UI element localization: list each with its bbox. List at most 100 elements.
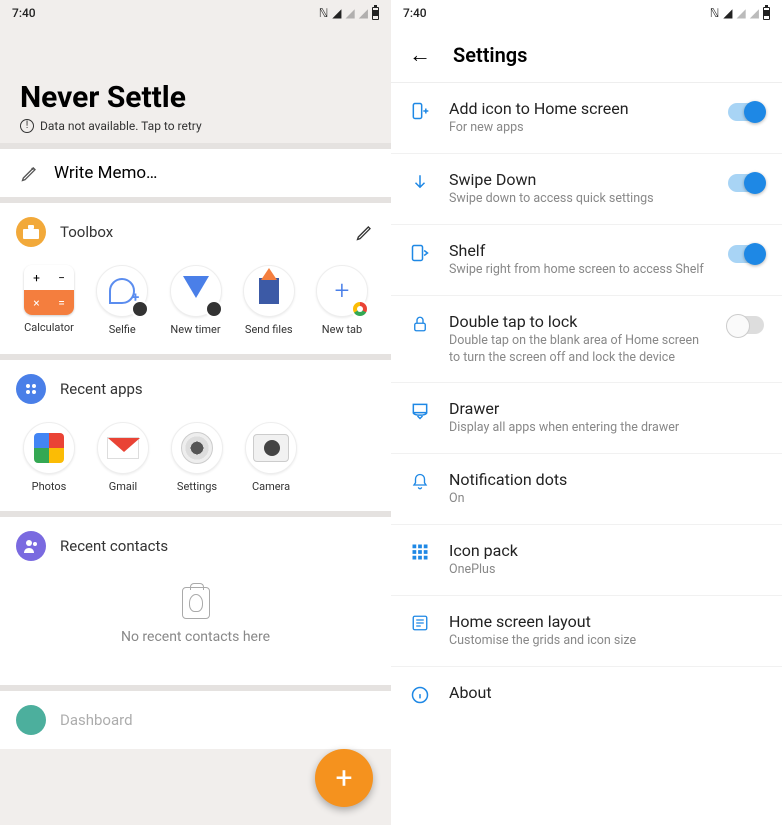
signal-icon: ◢ [750,6,759,20]
fab-add-button[interactable]: + [315,749,373,807]
wifi-icon: ◢ [723,6,732,20]
toggle-switch[interactable] [728,245,764,263]
app-photos[interactable]: Photos [16,422,82,493]
status-bar: 7:40 ℕ ◢ ◢ ◢ [0,0,391,26]
setting-subtitle: OnePlus [449,562,764,579]
toolbox-card: Toolbox +−×= Calculator Selfie New timer [0,203,391,354]
photos-icon [23,422,75,474]
settings-icon [171,422,223,474]
lock-icon [409,314,431,334]
info-icon [409,685,431,705]
setting-title: Drawer [449,399,764,418]
setting-title: Icon pack [449,541,764,560]
status-icons: ℕ ◢ ◢ ◢ [710,6,770,20]
calculator-icon: +−×= [24,265,74,315]
shelf-screen: 7:40 ℕ ◢ ◢ ◢ Never Settle ! Data not ava… [0,0,391,825]
recent-apps-title: Recent apps [60,380,143,398]
app-camera[interactable]: Camera [238,422,304,493]
toolbox-icon [16,217,46,247]
gmail-icon [97,422,149,474]
setting-row[interactable]: About [391,667,782,721]
drawer-icon [409,401,431,421]
recent-apps-card: Recent apps Photos Gmail Settings [0,360,391,511]
setting-subtitle: Customise the grids and icon size [449,633,764,650]
wifi-icon: ◢ [332,6,341,20]
contacts-empty: No recent contacts here [16,561,375,685]
send-files-icon [243,265,295,317]
setting-subtitle: Swipe right from home screen to access S… [449,262,710,279]
settings-screen: 7:40 ℕ ◢ ◢ ◢ ← Settings Add icon to Home… [391,0,782,825]
alert-icon: ! [20,119,34,133]
status-time: 7:40 [403,6,427,20]
setting-row[interactable]: Shelf Swipe right from home screen to ac… [391,225,782,296]
settings-topbar: ← Settings [391,26,782,82]
write-memo-button[interactable]: Write Memo… [0,149,391,197]
setting-row[interactable]: Add icon to Home screen For new apps [391,83,782,154]
setting-subtitle: On [449,491,764,508]
selfie-icon [96,265,148,317]
app-settings[interactable]: Settings [164,422,230,493]
timer-icon [170,265,222,317]
setting-title: Home screen layout [449,612,764,631]
setting-title: Shelf [449,241,710,260]
recent-contacts-card: Recent contacts No recent contacts here [0,517,391,685]
settings-list: Add icon to Home screen For new apps Swi… [391,83,782,721]
shelf-icon [409,243,431,263]
settings-title: Settings [453,43,527,67]
signal-icon: ◢ [359,6,368,20]
setting-row[interactable]: Home screen layout Customise the grids a… [391,596,782,667]
app-gmail[interactable]: Gmail [90,422,156,493]
hero: Never Settle ! Data not available. Tap t… [0,26,391,143]
edit-toolbox-button[interactable] [355,222,375,242]
setting-title: Notification dots [449,470,764,489]
grid-icon [409,543,431,561]
nfc-icon: ℕ [710,6,720,20]
layout-icon [409,614,431,632]
back-button[interactable]: ← [409,42,431,68]
arrow-down-icon [409,172,431,192]
new-tab-icon: + [316,265,368,317]
pencil-icon [20,163,40,183]
contacts-icon [16,531,46,561]
add-home-icon [409,101,431,121]
setting-subtitle: Swipe down to access quick settings [449,191,710,208]
app-new-timer[interactable]: New timer [163,265,229,336]
dashboard-card[interactable]: Dashboard [0,691,391,749]
recent-contacts-title: Recent contacts [60,537,168,555]
app-selfie[interactable]: Selfie [89,265,155,336]
toggle-switch[interactable] [728,103,764,121]
memo-label: Write Memo… [54,163,157,183]
status-bar: 7:40 ℕ ◢ ◢ ◢ [391,0,782,26]
setting-subtitle: Double tap on the blank area of Home scr… [449,333,710,367]
setting-row[interactable]: Swipe Down Swipe down to access quick se… [391,154,782,225]
toggle-switch[interactable] [728,174,764,192]
app-calculator[interactable]: +−×= Calculator [16,265,82,336]
setting-title: Double tap to lock [449,312,710,331]
setting-row[interactable]: Drawer Display all apps when entering th… [391,383,782,454]
setting-row[interactable]: Double tap to lock Double tap on the bla… [391,296,782,384]
toggle-switch[interactable] [728,316,764,334]
battery-icon [763,7,770,20]
battery-icon [372,7,379,20]
app-send-files[interactable]: Send files [236,265,302,336]
contact-placeholder-icon [182,587,210,619]
dashboard-icon [16,705,46,735]
setting-subtitle: For new apps [449,120,710,137]
camera-icon [245,422,297,474]
setting-title: About [449,683,764,702]
app-new-tab[interactable]: + New tab [309,265,375,336]
plus-icon: + [335,761,352,796]
setting-row[interactable]: Notification dots On [391,454,782,525]
retry-text: Data not available. Tap to retry [40,119,202,133]
status-time: 7:40 [12,6,36,20]
recent-apps-icon [16,374,46,404]
bell-icon [409,472,431,492]
hero-title: Never Settle [20,80,371,115]
setting-row[interactable]: Icon pack OnePlus [391,525,782,596]
nfc-icon: ℕ [319,6,329,20]
signal-icon: ◢ [346,6,355,20]
retry-button[interactable]: ! Data not available. Tap to retry [20,119,371,133]
status-icons: ℕ ◢ ◢ ◢ [319,6,379,20]
setting-title: Add icon to Home screen [449,99,710,118]
signal-icon: ◢ [737,6,746,20]
